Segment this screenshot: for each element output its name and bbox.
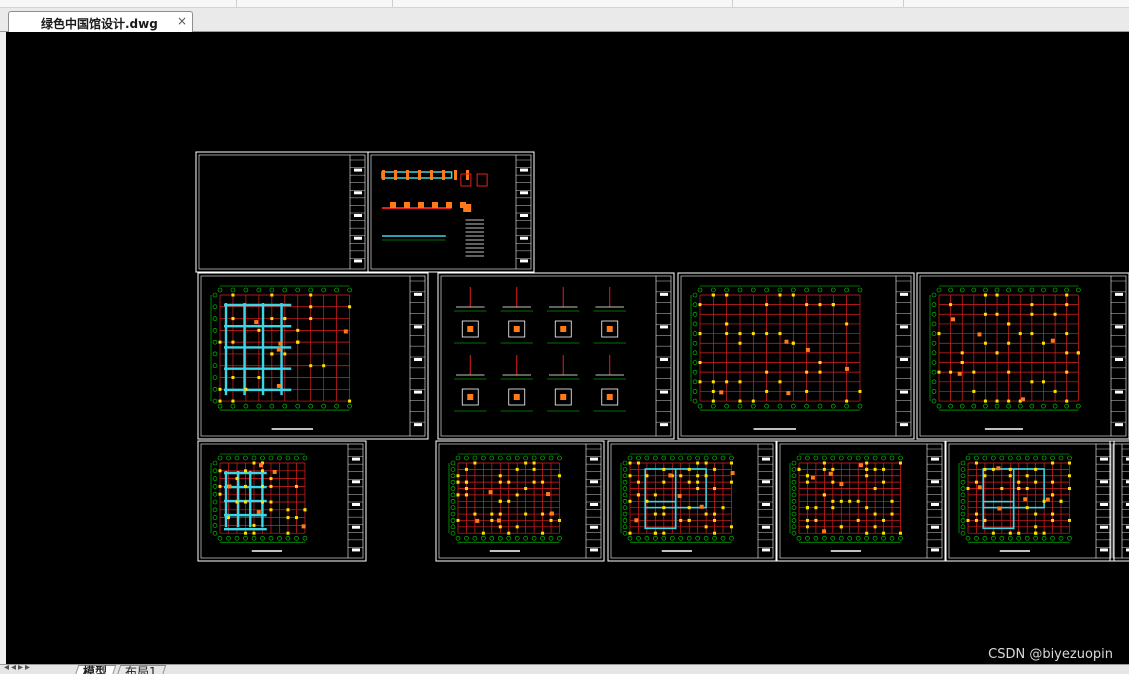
drawing-canvas[interactable]: CSDN @biyezuopin (6, 32, 1129, 664)
drawing-sheet (367, 151, 535, 273)
document-tab-title: 绿色中国馆设计.dwg (41, 17, 158, 31)
drawing-sheet (435, 440, 605, 562)
layout-nav-arrows-icon[interactable]: ◂◂▸▸ (4, 665, 32, 673)
drawing-sheet (776, 440, 946, 562)
drawing-sheets (195, 151, 1129, 562)
drawing-sheet (437, 272, 675, 440)
drawing-sheet (677, 272, 915, 440)
ribbon-separator (903, 0, 904, 7)
drawing-sheet (945, 440, 1115, 562)
drawing-sheet (195, 151, 369, 273)
document-tab[interactable]: 绿色中国馆设计.dwg × (8, 11, 193, 33)
tab-layout1[interactable]: 布局1 (115, 665, 166, 674)
drawing-sheet (607, 440, 777, 562)
ribbon-strip (0, 0, 1129, 8)
drawing-sheet (197, 272, 429, 440)
drawing-sheet (197, 440, 367, 562)
tab-model[interactable]: 模型 (73, 665, 117, 674)
close-icon[interactable]: × (177, 14, 187, 28)
ribbon-separator (732, 0, 733, 7)
watermark: CSDN @biyezuopin (988, 647, 1113, 662)
cad-application-window: 绿色中国馆设计.dwg × CSDN @biyezuopin ◂◂▸▸ 模型 布… (0, 0, 1129, 674)
layout-tab-bar: ◂◂▸▸ 模型 布局1 (0, 664, 1129, 674)
ribbon-separator (392, 0, 393, 7)
document-tab-bar: 绿色中国馆设计.dwg × (0, 8, 1129, 33)
drawing-sheet (1109, 440, 1129, 562)
drawing-sheet (916, 272, 1129, 440)
ribbon-separator (236, 0, 237, 7)
